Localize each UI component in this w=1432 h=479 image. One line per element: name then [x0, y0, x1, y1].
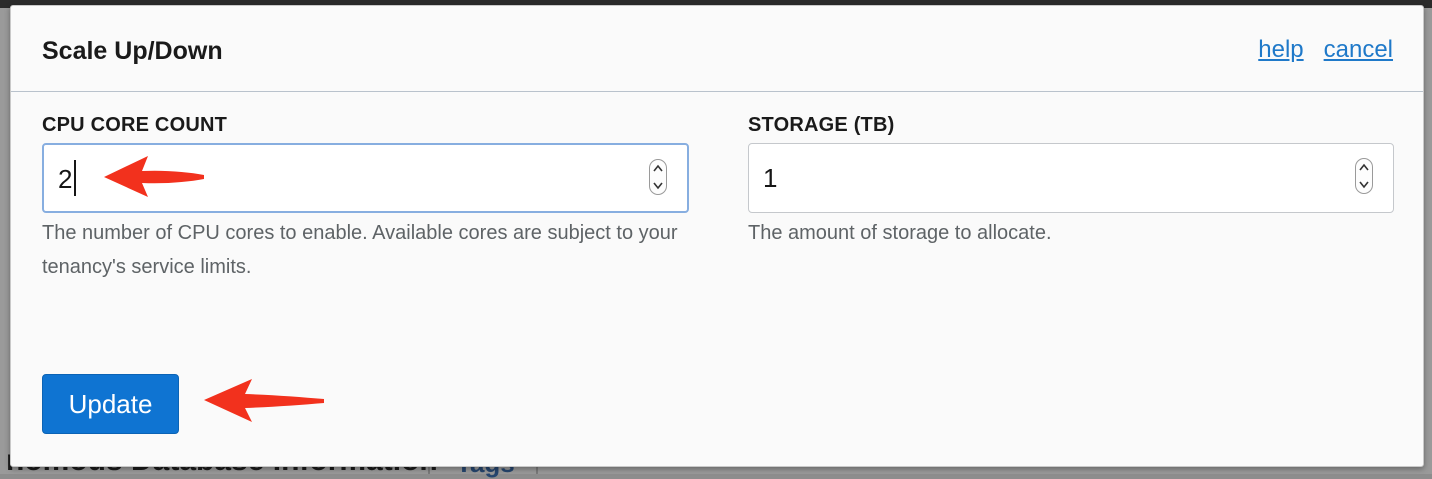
- dialog-header: Scale Up/Down help cancel: [11, 6, 1423, 92]
- update-button[interactable]: Update: [42, 374, 179, 434]
- cpu-spinner-icon[interactable]: [649, 159, 667, 195]
- dialog-title: Scale Up/Down: [42, 37, 223, 65]
- red-arrow-icon: [104, 156, 204, 197]
- storage-label: STORAGE (TB): [748, 114, 895, 136]
- cancel-link[interactable]: cancel: [1324, 36, 1393, 64]
- cpu-core-count-label: CPU CORE COUNT: [42, 114, 228, 136]
- cpu-core-count-value: 2: [58, 164, 73, 194]
- storage-spinner-icon[interactable]: [1355, 158, 1373, 194]
- storage-value: 1: [763, 163, 778, 193]
- spinner-up-icon[interactable]: [653, 164, 663, 174]
- help-link[interactable]: help: [1258, 36, 1303, 64]
- storage-help: The amount of storage to allocate.: [748, 222, 1052, 244]
- storage-input[interactable]: 1: [748, 143, 1394, 213]
- header-links: help cancel: [1258, 36, 1393, 64]
- spinner-up-icon[interactable]: [1359, 163, 1369, 173]
- spinner-down-icon[interactable]: [1359, 179, 1369, 189]
- spinner-down-icon[interactable]: [653, 180, 663, 190]
- red-arrow-icon: [204, 379, 324, 422]
- text-caret: [74, 160, 76, 196]
- cpu-core-count-help: The number of CPU cores to enable. Avail…: [42, 222, 678, 278]
